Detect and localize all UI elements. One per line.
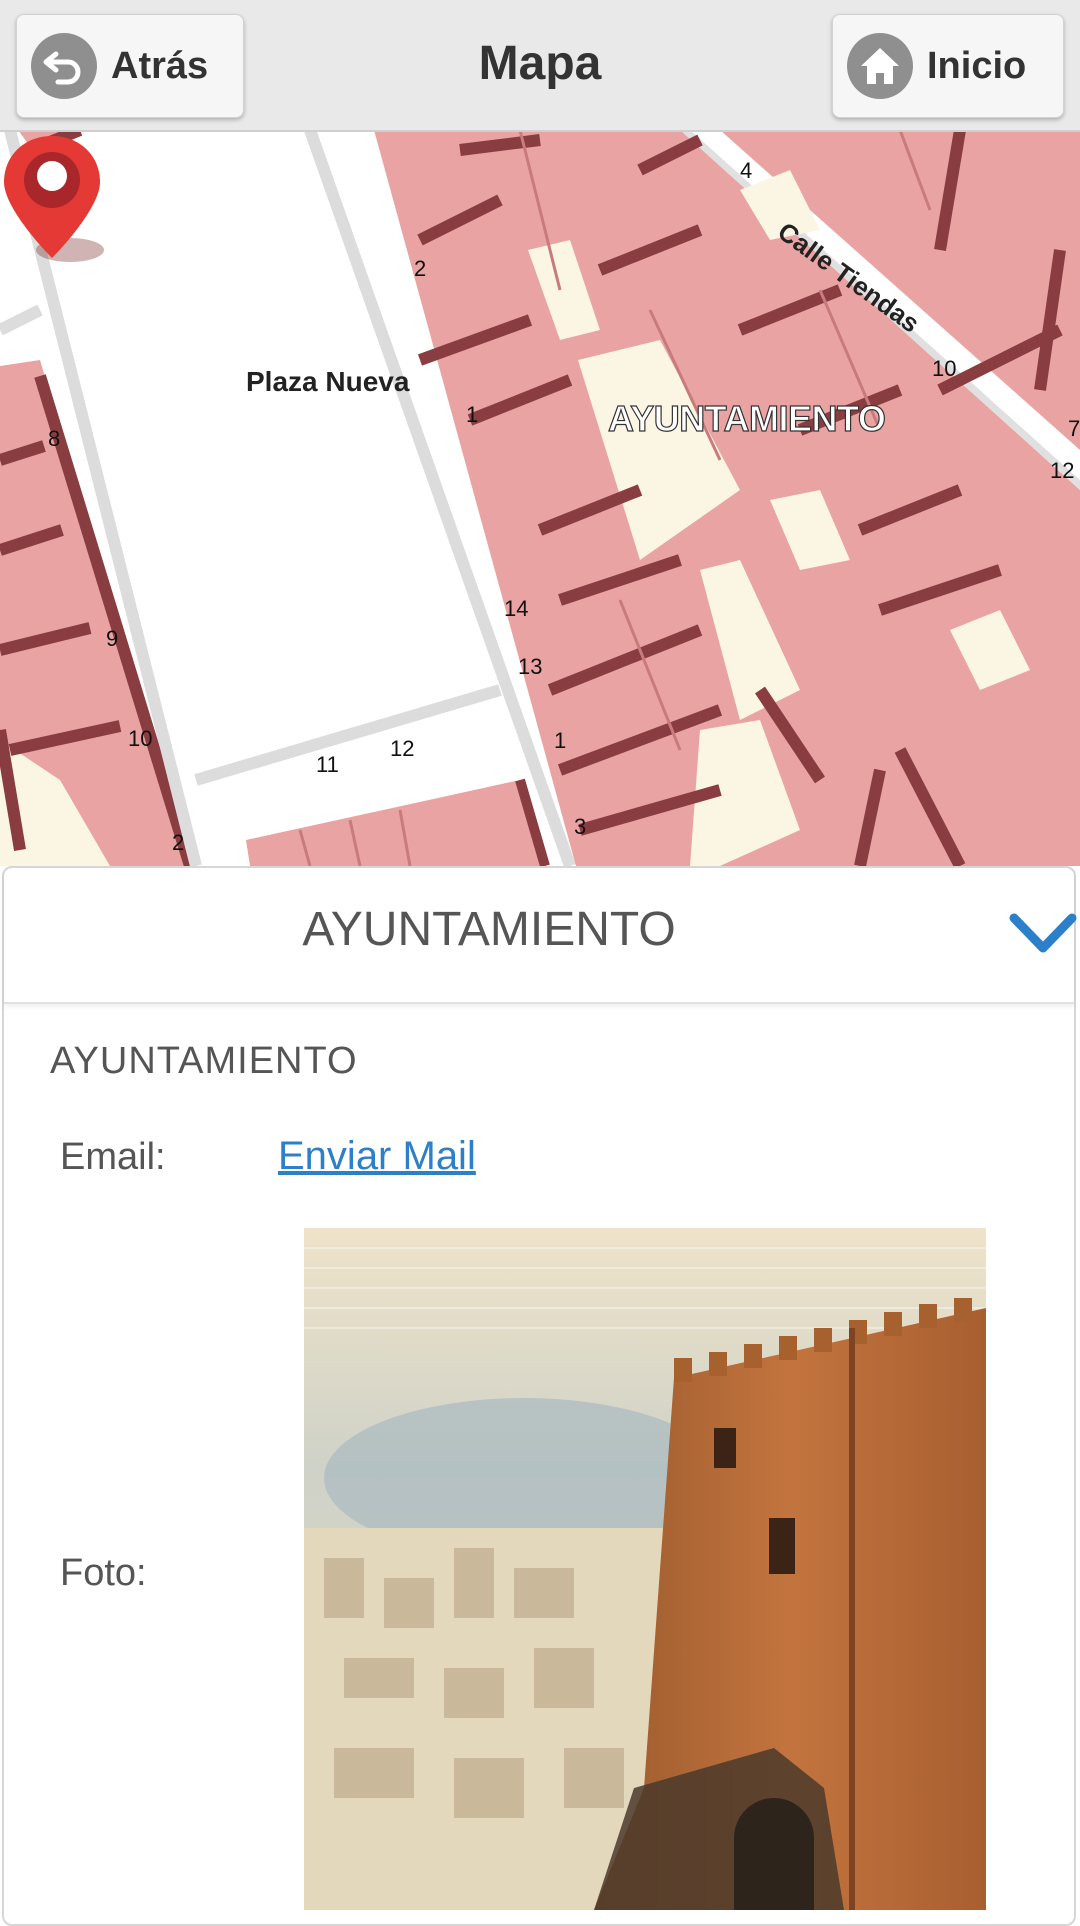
info-panel: AYUNTAMIENTO AYUNTAMIENTO Email: Enviar …: [2, 866, 1077, 1926]
info-panel-header[interactable]: AYUNTAMIENTO: [4, 868, 1077, 1004]
house-number: 8: [48, 426, 61, 451]
house-number: 1: [554, 728, 567, 753]
house-number: 1: [466, 402, 479, 427]
info-panel-title: AYUNTAMIENTO: [302, 903, 676, 956]
house-number: 13: [518, 654, 543, 679]
map-label-poi: AYUNTAMIENTO: [607, 397, 886, 439]
house-number: 10: [128, 726, 153, 751]
home-button-label: Inicio: [927, 44, 1027, 87]
house-number: 7: [1068, 416, 1080, 441]
house-number: 2: [414, 256, 427, 281]
place-name: AYUNTAMIENTO: [50, 1040, 358, 1082]
photo-label: Foto:: [60, 1552, 147, 1594]
place-photo: [304, 1228, 986, 1910]
map-label-plaza: Plaza Nueva: [246, 366, 410, 397]
chevron-down-icon[interactable]: [1008, 908, 1078, 958]
map-tiles: [0, 130, 1080, 866]
location-pin-icon[interactable]: [0, 130, 110, 270]
house-number: 2: [172, 830, 185, 855]
map-view[interactable]: Plaza Nueva AYUNTAMIENTO Calle Tiendas 4…: [0, 130, 1080, 866]
home-icon: [847, 33, 913, 99]
house-number: 11: [316, 752, 339, 777]
house-number: 10: [932, 356, 957, 381]
house-number: 14: [504, 596, 529, 621]
house-number: 9: [106, 626, 119, 651]
house-number: 12: [1050, 458, 1075, 483]
house-number: 12: [390, 736, 415, 761]
email-label: Email:: [60, 1136, 166, 1178]
house-number: 3: [574, 814, 587, 839]
top-bar: Atrás Mapa Inicio: [0, 0, 1080, 132]
send-mail-link[interactable]: Enviar Mail: [278, 1134, 476, 1179]
home-button[interactable]: Inicio: [832, 14, 1064, 118]
house-number: 4: [740, 158, 753, 183]
